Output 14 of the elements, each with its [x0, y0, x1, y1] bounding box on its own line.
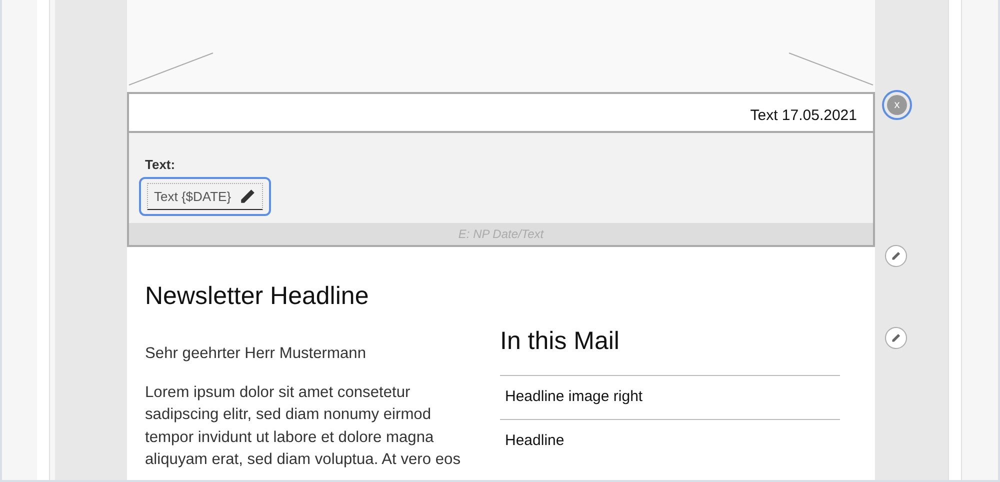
toc-title: In this Mail: [500, 326, 620, 356]
text-field[interactable]: Text {$DATE}: [139, 176, 272, 216]
field-label: Text:: [145, 156, 176, 174]
headline: Newsletter Headline: [145, 281, 370, 311]
body-paragraph: Lorem ipsum dolor sit amet consetetur sadipscing elitr, sed diam nonumy eirmod tempor invidunt ut labore et dolore magna aliquyam erat, sed diam voluptua. At vero eos: [145, 382, 462, 470]
pencil-icon: [891, 333, 901, 343]
pencil-icon: [891, 251, 901, 261]
toc-item[interactable]: Headline image right: [500, 375, 840, 418]
preview-text: Text 17.05.2021: [750, 106, 857, 126]
salutation-text: Sehr geehrter Herr Mustermann: [145, 344, 368, 364]
toc-item[interactable]: Headline: [500, 418, 840, 462]
edit-button[interactable]: [885, 245, 907, 267]
edit-button[interactable]: [885, 327, 907, 349]
pencil-icon: [239, 188, 256, 205]
